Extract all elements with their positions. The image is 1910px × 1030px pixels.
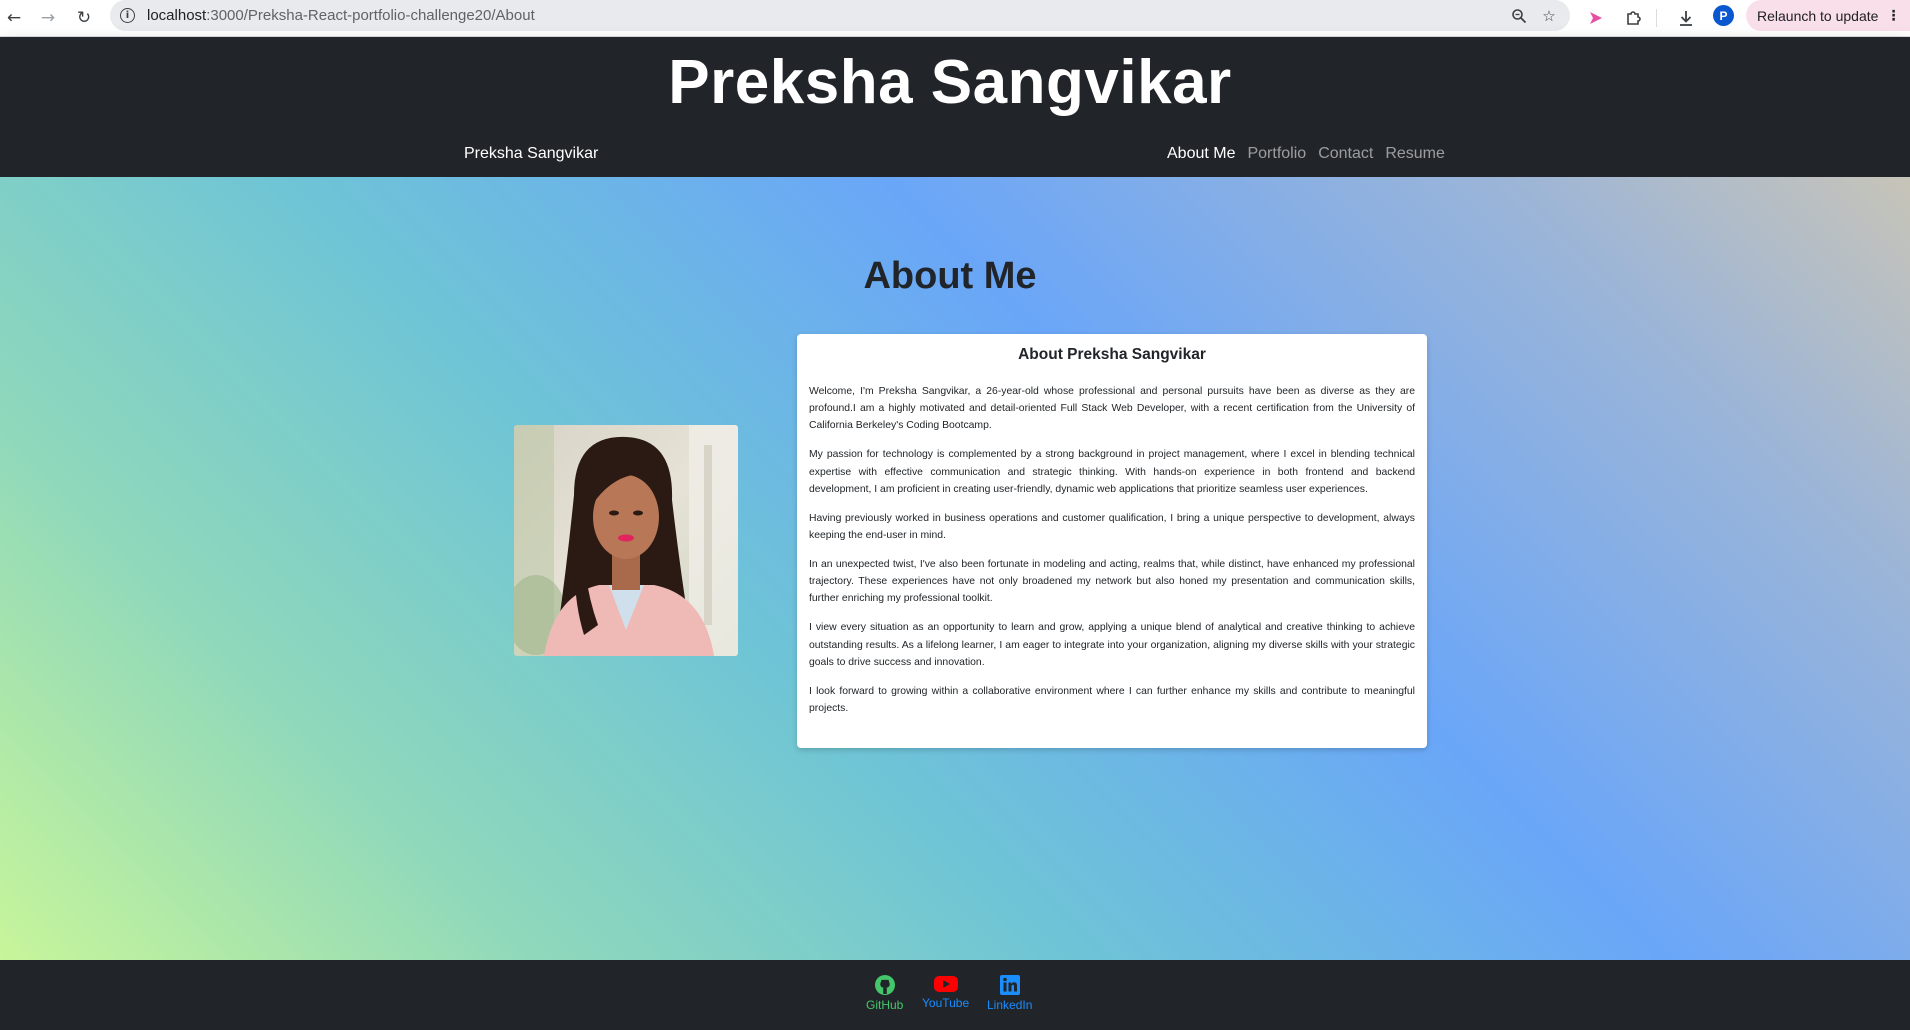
about-paragraph: In an unexpected twist, I've also been f… xyxy=(809,559,1415,605)
github-label: GitHub xyxy=(866,998,904,1012)
about-card: About Preksha Sangvikar Welcome, I'm Pre… xyxy=(797,334,1427,748)
about-paragraph: Welcome, I'm Preksha Sangvikar, a 26-yea… xyxy=(809,386,1415,432)
profile-avatar[interactable]: P xyxy=(1713,5,1734,26)
linkedin-icon xyxy=(999,975,1020,995)
linkedin-label: LinkedIn xyxy=(987,998,1033,1012)
browser-toolbar: ← → ↻ i localhost:3000/Preksha-React-por… xyxy=(0,0,1910,37)
forward-arrow-icon[interactable]: → xyxy=(34,4,62,32)
site-title: Preksha Sangvikar xyxy=(668,48,1232,117)
profile-photo xyxy=(514,425,738,656)
linkedin-link[interactable]: LinkedIn xyxy=(987,974,1032,1012)
navbar-brand[interactable]: Preksha Sangvikar xyxy=(464,145,598,163)
youtube-link[interactable]: YouTube xyxy=(922,974,969,1010)
nav-link-portfolio[interactable]: Portfolio xyxy=(1247,145,1306,163)
url-text[interactable]: localhost:3000/Preksha-React-portfolio-c… xyxy=(147,7,535,24)
main-nav: About Me Portfolio Contact Resume xyxy=(1167,145,1445,163)
bookmark-star-icon[interactable]: ☆ xyxy=(1538,5,1560,27)
download-icon[interactable] xyxy=(1672,4,1700,32)
zoom-icon[interactable] xyxy=(1508,5,1530,27)
site-info-icon[interactable]: i xyxy=(120,8,135,23)
github-icon xyxy=(874,975,895,995)
address-bar[interactable]: i localhost:3000/Preksha-React-portfolio… xyxy=(110,0,1570,31)
relaunch-label: Relaunch to update xyxy=(1757,7,1879,24)
nav-link-contact[interactable]: Contact xyxy=(1318,145,1373,163)
more-menu-icon: ⋮ xyxy=(1886,7,1901,24)
reload-icon[interactable]: ↻ xyxy=(70,4,98,32)
card-title: About Preksha Sangvikar xyxy=(1018,346,1206,363)
github-link[interactable]: GitHub xyxy=(866,974,903,1012)
nav-link-about[interactable]: About Me xyxy=(1167,145,1235,163)
site-header: Preksha Sangvikar Preksha Sangvikar Abou… xyxy=(0,37,1910,177)
toolbar-divider xyxy=(1656,9,1657,27)
about-paragraph: I look forward to growing within a colla… xyxy=(809,685,1415,715)
back-arrow-icon[interactable]: ← xyxy=(0,4,28,32)
site-footer: GitHub YouTube LinkedIn xyxy=(0,960,1910,1030)
about-section: About Me About Preksha Sangvikar Welcome… xyxy=(0,177,1910,960)
about-paragraph: Having previously worked in business ope… xyxy=(809,512,1415,542)
about-paragraph: I view every situation as an opportunity… xyxy=(809,622,1415,668)
nav-link-resume[interactable]: Resume xyxy=(1385,145,1445,163)
page-heading: About Me xyxy=(863,255,1037,297)
extension-icon[interactable] xyxy=(1581,4,1609,32)
extensions-puzzle-icon[interactable] xyxy=(1620,4,1648,32)
about-paragraph: My passion for technology is complemente… xyxy=(809,449,1415,495)
youtube-icon xyxy=(933,976,958,992)
youtube-label: YouTube xyxy=(922,996,970,1010)
relaunch-button[interactable]: Relaunch to update ⋮ xyxy=(1746,0,1910,31)
